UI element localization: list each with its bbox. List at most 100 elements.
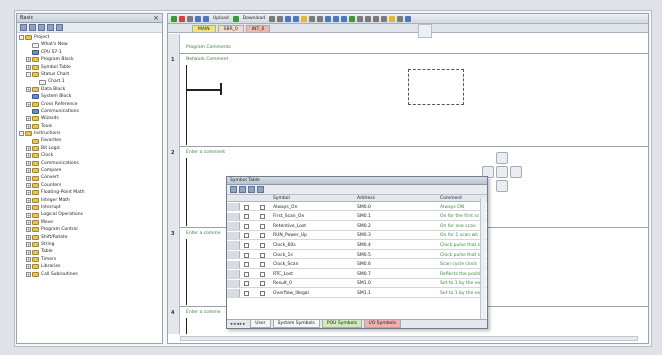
- nav-center-icon[interactable]: [496, 166, 508, 178]
- tab-user[interactable]: User: [250, 320, 271, 328]
- row-checkbox[interactable]: [260, 242, 265, 248]
- download-button[interactable]: Download: [243, 16, 265, 21]
- expand-toggle-icon[interactable]: +: [26, 256, 31, 262]
- expand-toggle-icon[interactable]: +: [26, 101, 31, 107]
- tab-pou-symbols[interactable]: POU Symbols: [321, 320, 362, 328]
- symbol-cell[interactable]: Clock_60s: [273, 243, 296, 248]
- expand-toggle-icon[interactable]: +: [26, 249, 31, 255]
- tree-node[interactable]: + Move: [19, 219, 160, 226]
- expand-toggle-icon[interactable]: +: [26, 234, 31, 240]
- tree-node[interactable]: + Libraries: [19, 263, 160, 270]
- table-row[interactable]: Result_0 SM1.0 Set to 1 by the ex: [227, 279, 487, 289]
- pause-icon[interactable]: [301, 15, 308, 22]
- tree-node[interactable]: + Program Block: [19, 56, 160, 63]
- table-row[interactable]: Retentive_Lost SM0.2 On for one scan: [227, 222, 487, 231]
- horizontal-scrollbar[interactable]: [180, 336, 638, 341]
- row-header[interactable]: [227, 212, 240, 220]
- tab-main[interactable]: MAIN: [192, 25, 216, 32]
- row-header[interactable]: [227, 203, 240, 211]
- expand-toggle-icon[interactable]: +: [26, 242, 31, 248]
- line-up-icon[interactable]: [365, 15, 372, 22]
- tab-int0[interactable]: INT_0: [245, 25, 271, 32]
- tree-node[interactable]: + Symbol Table: [19, 64, 160, 71]
- symbol-cell[interactable]: Overflow_Illegal: [273, 291, 309, 296]
- tree-node[interactable]: CPU S7-1: [19, 49, 160, 56]
- tree-node[interactable]: + Wizards: [19, 115, 160, 122]
- address-cell[interactable]: SM0.6: [357, 262, 371, 267]
- row-header[interactable]: [227, 231, 240, 240]
- symbol-cell[interactable]: First_Scan_On: [273, 214, 304, 219]
- network-comment[interactable]: Enter a comme: [186, 310, 220, 315]
- tree-node[interactable]: + Communications: [19, 160, 160, 167]
- row-header[interactable]: [227, 251, 240, 259]
- expand-toggle-icon[interactable]: +: [26, 190, 31, 196]
- table-row[interactable]: Clock_1s SM0.5 Clock pulse that is: [227, 251, 487, 260]
- table-row[interactable]: First_Scan_On SM0.1 On for the first sc: [227, 212, 487, 221]
- row-checkbox[interactable]: [260, 252, 265, 258]
- symbol-cell[interactable]: RTC_Lost: [273, 272, 293, 277]
- symbol-cell[interactable]: Result_0: [273, 281, 292, 286]
- tree-node[interactable]: - Status Chart: [19, 71, 160, 78]
- line-left-icon[interactable]: [373, 15, 380, 22]
- delete-icon[interactable]: [277, 15, 284, 22]
- help-icon[interactable]: [56, 24, 63, 31]
- tree-node[interactable]: + Interrupt: [19, 204, 160, 211]
- coil-icon[interactable]: [333, 15, 340, 22]
- address-cell[interactable]: SM1.1: [357, 291, 371, 296]
- expand-toggle-icon[interactable]: -: [26, 72, 31, 78]
- row-header[interactable]: [227, 289, 240, 297]
- comment-cell[interactable]: Clock pulse that is: [440, 243, 481, 248]
- expand-toggle-icon[interactable]: +: [26, 212, 31, 218]
- address-cell[interactable]: SM0.7: [357, 272, 371, 277]
- tree-node[interactable]: Chart 1: [19, 78, 160, 85]
- expand-toggle-icon[interactable]: +: [26, 205, 31, 211]
- expand-toggle-icon[interactable]: -: [19, 131, 24, 137]
- expand-toggle-icon[interactable]: +: [26, 57, 31, 63]
- tree-node[interactable]: + String: [19, 241, 160, 248]
- tree-node[interactable]: What's New: [19, 41, 160, 48]
- symbol-cell[interactable]: Clock_Scan: [273, 262, 298, 267]
- tree-node[interactable]: + Floating-Point Math: [19, 189, 160, 196]
- tree-node[interactable]: + Convert: [19, 174, 160, 181]
- program-comments[interactable]: Program Comments: [186, 45, 231, 50]
- tree-node[interactable]: Communications: [19, 108, 160, 115]
- network-comment[interactable]: Enter a comme: [186, 231, 220, 236]
- compile-icon[interactable]: [187, 15, 193, 22]
- address-cell[interactable]: SM1.0: [357, 281, 371, 286]
- network-insert-icon[interactable]: [349, 15, 356, 22]
- expand-toggle-icon[interactable]: +: [26, 116, 31, 122]
- expand-toggle-icon[interactable]: +: [26, 160, 31, 166]
- column-address[interactable]: Address: [357, 196, 375, 201]
- row-header[interactable]: [227, 241, 240, 249]
- compile-all-icon[interactable]: [195, 15, 201, 22]
- comment-cell[interactable]: Set to 1 by the ex: [440, 281, 480, 286]
- comment-cell[interactable]: Clock pulse that is: [440, 253, 481, 258]
- new-symbol-icon[interactable]: [230, 186, 237, 193]
- tree-node[interactable]: + Table: [19, 248, 160, 255]
- nav-right-icon[interactable]: [510, 166, 522, 178]
- nav-down-icon[interactable]: [496, 180, 508, 192]
- tree-node[interactable]: Favorites: [19, 137, 160, 144]
- program-status-icon[interactable]: [285, 15, 292, 22]
- line-down-icon[interactable]: [357, 15, 364, 22]
- row-checkbox[interactable]: [260, 290, 265, 296]
- comment-cell[interactable]: On for the first sc: [440, 214, 479, 219]
- row-checkbox[interactable]: [260, 223, 265, 229]
- tree-node[interactable]: + Call Subroutines: [19, 271, 160, 278]
- sort-icon[interactable]: [248, 186, 255, 193]
- tab-io-symbols[interactable]: I/O Symbols: [363, 320, 401, 328]
- upload-button[interactable]: Upload: [213, 16, 229, 21]
- upload-icon[interactable]: [203, 15, 209, 22]
- properties-icon[interactable]: [47, 24, 54, 31]
- download-icon[interactable]: [232, 15, 239, 22]
- column-comment[interactable]: Comment: [440, 196, 462, 201]
- expand-toggle-icon[interactable]: +: [26, 153, 31, 159]
- expand-icon[interactable]: [29, 24, 36, 31]
- contact-icon[interactable]: [325, 15, 332, 22]
- row-checkbox[interactable]: [260, 204, 265, 210]
- table-row[interactable]: Clock_Scan SM0.6 Scan cycle clock: [227, 260, 487, 269]
- nav-up-icon[interactable]: [496, 152, 508, 164]
- close-icon[interactable]: ×: [153, 14, 159, 22]
- row-header[interactable]: [227, 222, 240, 230]
- row-header[interactable]: [227, 270, 240, 278]
